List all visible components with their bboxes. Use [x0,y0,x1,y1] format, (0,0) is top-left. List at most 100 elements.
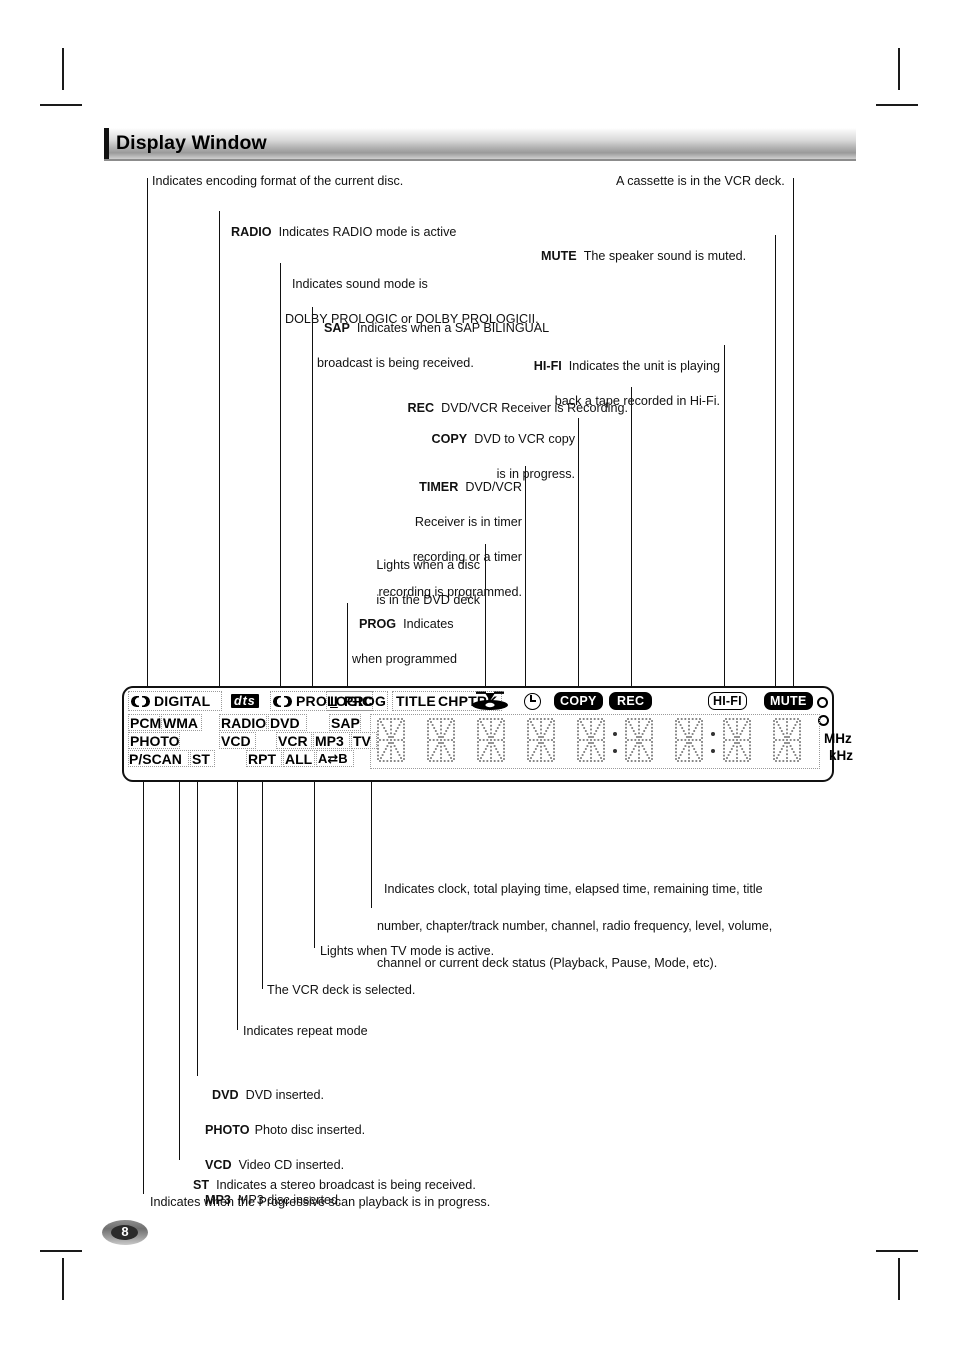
leader-cassette [793,178,794,686]
callout-disc-line1: Lights when a disc [376,557,480,572]
lcd-char-cell [426,717,456,763]
leader-disc [485,544,486,686]
lcd-pcm: PCM [130,715,162,731]
lcd-hifi-text: HI-FI [713,694,742,708]
callout-prog-label: PROG [359,616,397,631]
lcd-rpt: RPT [248,751,276,767]
dolby-double-d-icon [131,696,150,707]
lcd-prog: PROG [344,693,387,709]
callout-encoding-format: Indicates encoding format of the current… [152,174,404,188]
callout-vcr: The VCR deck is selected. [267,983,416,997]
leader-radio [219,211,220,686]
colon-dot-bottom [613,749,617,753]
lcd-radio: RADIO [221,715,267,731]
callout-photo-label: PHOTO [205,1122,250,1137]
disc-eject-icon [468,690,512,712]
lcd-sap: SAP [331,715,360,731]
lcd-dvd: DVD [270,715,300,731]
callout-repeat: Indicates repeat mode [243,1024,368,1038]
lcd-char-cell [526,717,556,763]
callout-mute-label: MUTE [541,248,577,263]
crop-mark-bl-v [62,1258,64,1300]
lcd-char-cell [576,717,606,763]
lcd-prologic-ii: II [330,693,338,709]
callout-radio: RADIO Indicates RADIO mode is active [224,206,456,241]
cassette-reel-left [817,697,828,708]
lcd-st: ST [192,751,210,767]
leader-st-down [179,782,180,1160]
lcd-dolby-digital: DIGITAL [131,693,210,709]
leader-prog [347,603,348,686]
lcd-char-cell [772,717,802,763]
callout-st-label: ST [193,1177,210,1192]
callout-mute-text: The speaker sound is muted. [583,248,747,263]
callout-tv: Lights when TV mode is active. [320,944,495,958]
lcd-pscan: P/SCAN [129,751,182,767]
lcd-vcr: VCR [278,733,308,749]
callout-prog-line1: Indicates [403,616,454,631]
crop-mark-br-v [898,1258,900,1300]
lcd-mp3: MP3 [315,733,344,749]
callout-digit-line2: number, chapter/track number, channel, r… [377,918,773,933]
lcd-dts-logo: dts [231,694,259,708]
page-title: Display Window [116,132,267,154]
lcd-mute-text: MUTE [770,694,807,708]
leader-hifi [724,345,725,686]
callout-timer-line2: Receiver is in timer [414,514,522,529]
callout-st: ST Indicates a stereo broadcast is being … [186,1159,476,1194]
lcd-rec-text: REC [617,694,645,708]
lcd-char-cell [722,717,752,763]
lcd-copy-text: COPY [560,694,597,708]
leader-timer [525,466,526,686]
callout-cassette: A cassette is in the VCR deck. [616,174,785,188]
leader-vcr-down [262,782,263,989]
page-number: 8 [121,1224,129,1239]
lcd-unit-khz: kHz [829,748,854,763]
lcd-tv: TV [353,733,371,749]
callout-digit-line1: Indicates clock, total playing time, ela… [384,881,763,896]
leader-disctype-down [197,782,198,1076]
lcd-dolby-digital-text: DIGITAL [154,693,211,709]
lcd-colon-separator [711,732,716,753]
lcd-rec: REC [609,692,653,710]
leader-repeat-down [237,782,238,1030]
leader-encoding-format [147,178,148,686]
crop-mark-tl-h [40,104,82,106]
lcd-copy: COPY [554,692,603,710]
lcd-photo: PHOTO [130,733,180,749]
leader-mute [775,235,776,686]
callout-rec: REC DVD/VCR Receiver is Recording. [330,382,628,417]
lcd-char-cell [376,717,406,763]
lcd-dts: dts [231,694,259,708]
leader-tv-down [314,782,315,948]
leader-sound-mode [280,263,281,686]
lcd-title: TITLE [396,693,436,709]
callout-hifi-line1: Indicates the unit is playing [568,358,720,373]
lcd-char-cell [476,717,506,763]
lcd-char-cell [674,717,704,763]
page-number-badge: 8 [102,1220,148,1245]
callout-mute: MUTE The speaker sound is muted. [534,230,746,265]
colon-dot-bottom [711,749,715,753]
lcd-unit-mhz: MHz [824,731,852,746]
lcd-hifi: HI-FI [708,692,747,710]
leader-copy [578,418,579,686]
colon-dot-top [613,732,617,736]
lcd-all: ALL [285,751,313,767]
leader-pscan-down [143,782,144,1194]
callout-pscan: Indicates when the Progressive scan play… [150,1195,491,1209]
crop-mark-tr-h [876,104,918,106]
timer-clock-icon [524,693,541,710]
lcd-ab-repeat: A⇄B [318,751,348,766]
leader-rec [631,387,632,686]
callout-timer-label: TIMER [419,479,459,494]
crop-mark-bl-h [40,1250,82,1252]
header-accent-bar [104,128,109,159]
callout-sound-mode-line1: Indicates sound mode is [292,276,428,291]
callout-sap-line1: Indicates when a SAP BILINGUAL [356,320,550,335]
lcd-wma: WMA [163,715,198,731]
crop-mark-br-h [876,1250,918,1252]
callout-sap-label: SAP [324,320,350,335]
callout-copy-label: COPY [431,431,468,446]
lcd-char-cell [624,717,654,763]
